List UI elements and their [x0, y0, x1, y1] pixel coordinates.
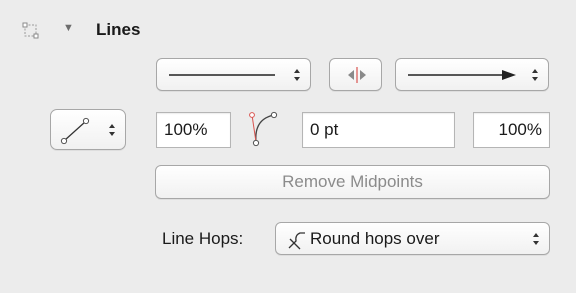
lines-inspector-panel: ▼ Lines 100% 0 pt 100% Remove Midpoints …: [0, 0, 576, 293]
disclosure-triangle-down-icon[interactable]: ▼: [63, 22, 74, 34]
start-scale-field[interactable]: 100%: [156, 112, 231, 148]
swap-arrows-icon: [348, 67, 366, 83]
remove-midpoints-button[interactable]: Remove Midpoints: [155, 165, 550, 199]
diagonal-line-icon: [60, 117, 90, 145]
bezier-curve-icon: [249, 111, 278, 147]
line-tool-icon: [22, 22, 39, 39]
midpoint-field[interactable]: 0 pt: [302, 112, 455, 148]
line-hops-selected: Round hops over: [310, 229, 440, 248]
remove-midpoints-label: Remove Midpoints: [282, 172, 423, 191]
arrow-line-icon: [408, 70, 516, 80]
stepper-arrows-icon: [533, 232, 539, 245]
line-start-style-popup[interactable]: [156, 58, 311, 91]
swap-ends-button[interactable]: [329, 58, 382, 91]
round-hop-icon: [288, 232, 305, 250]
stepper-arrows-icon: [532, 68, 538, 81]
line-end-style-popup[interactable]: [395, 58, 549, 91]
line-type-popup[interactable]: [50, 109, 126, 150]
line-hops-popup[interactable]: Round hops over: [275, 222, 550, 255]
stepper-arrows-icon: [294, 68, 300, 81]
line-hops-label: Line Hops:: [162, 229, 244, 248]
plain-line-icon: [169, 74, 275, 76]
end-scale-field[interactable]: 100%: [473, 112, 550, 148]
section-title: Lines: [96, 20, 141, 39]
stepper-arrows-icon: [109, 123, 115, 136]
